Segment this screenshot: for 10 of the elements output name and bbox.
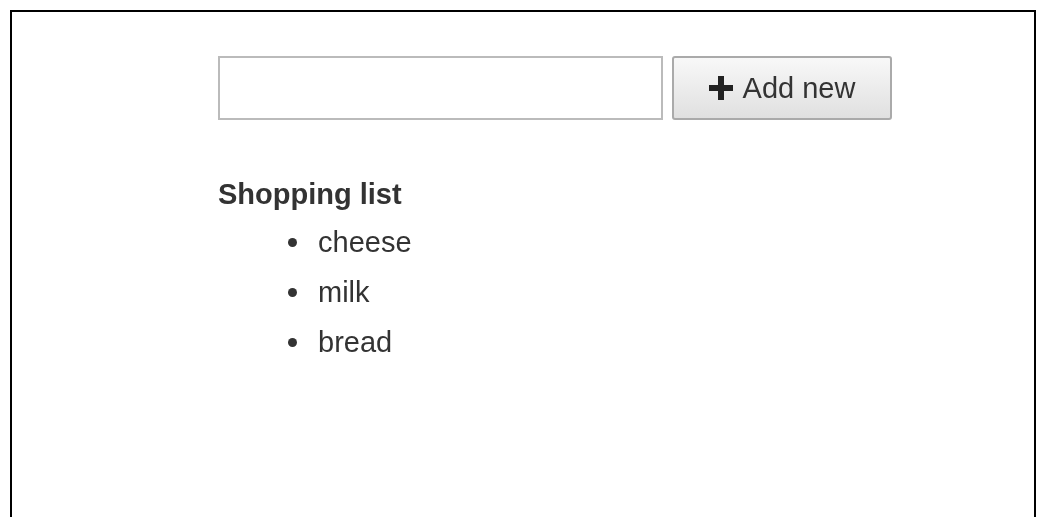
add-button[interactable]: Add new <box>672 56 892 120</box>
plus-icon <box>708 76 733 100</box>
list-item: milk <box>318 275 370 309</box>
list-item: cheese <box>318 225 412 259</box>
list-title: Shopping list <box>218 178 402 211</box>
bullet-icon <box>288 237 297 247</box>
bullet-icon <box>288 337 297 347</box>
list-item: bread <box>318 325 393 359</box>
bullet-icon <box>288 287 297 297</box>
input-field[interactable] <box>218 56 663 120</box>
